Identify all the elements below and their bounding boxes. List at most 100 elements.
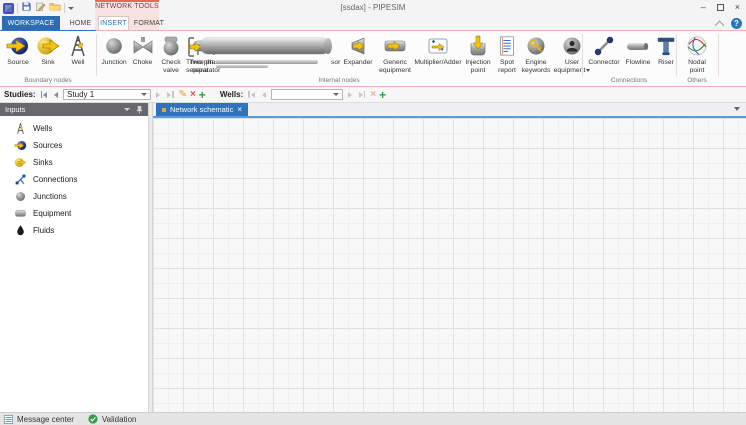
well-first-button[interactable] <box>246 89 257 100</box>
add-study-icon[interactable]: + <box>199 90 206 100</box>
sidebar-item-wells[interactable]: Wells <box>0 120 148 137</box>
maximize-button[interactable] <box>717 4 724 11</box>
ribbon: Source Sink Well Boundary nodes Junction… <box>0 30 746 87</box>
tab-list-caret-icon[interactable] <box>734 107 740 111</box>
inputs-panel: Inputs Wells Sources Sinks Connections <box>0 103 148 412</box>
validation-button[interactable]: Validation <box>88 414 137 424</box>
ribbon-item-well[interactable]: Well <box>63 33 93 67</box>
ribbon-item-multiplier-adder[interactable]: Multiplier/Adder <box>414 33 462 67</box>
group-boundary-nodes: Source Sink Well <box>3 33 93 67</box>
choke-valve-icon <box>131 33 155 59</box>
tab-format[interactable]: FORMAT <box>130 16 168 30</box>
tab-home[interactable]: HOME <box>64 16 97 30</box>
flowline-icon <box>625 33 651 59</box>
contextual-tab-label[interactable]: NETWORK TOOLS <box>95 3 159 10</box>
message-center-button[interactable]: Message center <box>4 415 74 424</box>
add-well-icon[interactable]: + <box>379 90 386 100</box>
tab-insert[interactable]: INSERT <box>98 16 129 30</box>
studies-label: Studies: <box>4 90 36 99</box>
two-phase-separator-icon <box>191 33 221 59</box>
sidebar-item-label: Equipment <box>33 209 71 218</box>
study-first-button[interactable] <box>39 89 50 100</box>
sidebar-item-connections[interactable]: Connections <box>0 171 148 188</box>
group-label-connections: Connections <box>582 77 676 84</box>
source-icon <box>14 139 27 152</box>
delete-study-icon[interactable]: × <box>190 90 196 100</box>
ribbon-item-three-phase-separator[interactable] <box>226 33 340 59</box>
ribbon-item-engine-keywords[interactable]: Engine keywords <box>520 33 552 74</box>
study-last-button[interactable] <box>165 89 176 100</box>
ribbon-item-sink[interactable]: Sink <box>33 33 63 67</box>
inputs-tree: Wells Sources Sinks Connections Junction… <box>0 120 148 239</box>
tab-network-schematic[interactable]: Network schematic × <box>156 103 248 116</box>
ribbon-item-label: Check valve <box>156 59 186 74</box>
ribbon-item-connector[interactable]: Connector <box>586 33 622 67</box>
divider <box>17 3 18 13</box>
group-label-internal: Internal nodes <box>96 77 582 84</box>
ribbon-item-flowline[interactable]: Flowline <box>622 33 654 67</box>
ribbon-item-label: Nodal point <box>680 59 714 74</box>
well-prev-button[interactable] <box>260 90 268 100</box>
ribbon-item-expander[interactable]: Expander <box>340 33 376 67</box>
junction-icon <box>14 190 27 203</box>
sidebar-item-sources[interactable]: Sources <box>0 137 148 154</box>
study-prev-button[interactable] <box>52 90 60 100</box>
delete-well-icon[interactable]: × <box>370 90 376 100</box>
well-next-button[interactable] <box>346 90 354 100</box>
ribbon-item-label: Riser <box>658 59 674 67</box>
tab-label: Network schematic <box>170 105 233 114</box>
ribbon-item-two-phase-separator[interactable]: Two phase separator <box>186 33 226 74</box>
status-bar: Message center Validation <box>0 412 746 425</box>
well-select[interactable] <box>271 89 343 100</box>
ribbon-item-label: Choke <box>133 59 153 67</box>
injection-point-icon <box>466 33 490 59</box>
fluid-drop-icon <box>14 224 27 237</box>
chevron-down-icon <box>333 93 339 96</box>
equipment-icon <box>14 207 27 220</box>
save-icon[interactable] <box>21 0 32 17</box>
minimize-button[interactable]: – <box>701 2 706 12</box>
study-select[interactable]: Study 1 <box>63 89 151 100</box>
sidebar-item-fluids[interactable]: Fluids <box>0 222 148 239</box>
group-divider <box>676 34 677 76</box>
qat-customize-caret-icon[interactable] <box>68 7 74 10</box>
ribbon-item-junction[interactable]: Junction <box>99 33 129 67</box>
ribbon-item-check-valve[interactable]: Check valve <box>156 33 186 74</box>
ribbon-border-accent <box>0 30 96 31</box>
ribbon-item-choke[interactable]: Choke <box>129 33 156 67</box>
group-others: Nodal point <box>680 33 714 74</box>
edit-study-icon[interactable]: ✎ <box>179 90 187 100</box>
tab-workspace[interactable]: WORKSPACE <box>2 16 60 30</box>
group-connections: Connector Flowline Riser <box>586 33 678 67</box>
ribbon-item-generic-equipment[interactable]: Generic equipment <box>376 33 414 74</box>
close-button[interactable]: × <box>735 2 740 12</box>
pin-icon[interactable] <box>136 105 143 114</box>
nodal-point-icon <box>684 33 710 59</box>
chevron-down-icon[interactable] <box>124 108 130 111</box>
app-icon[interactable] <box>3 3 14 14</box>
ribbon-item-spot-report[interactable]: Spot report <box>494 33 520 74</box>
ribbon-tabs: WORKSPACE HOME INSERT FORMAT <box>0 16 746 30</box>
ribbon-item-riser[interactable]: Riser <box>654 33 678 67</box>
edit-document-icon[interactable] <box>35 0 46 17</box>
connector-icon <box>592 33 616 59</box>
inputs-panel-header[interactable]: Inputs <box>0 103 148 116</box>
sidebar-item-label: Sources <box>33 141 62 150</box>
well-last-button[interactable] <box>357 89 368 100</box>
open-folder-icon[interactable] <box>49 0 61 17</box>
study-next-button[interactable] <box>154 90 162 100</box>
message-center-icon <box>4 415 13 424</box>
ribbon-item-source[interactable]: Source <box>3 33 33 67</box>
sidebar-item-sinks[interactable]: Sinks <box>0 154 148 171</box>
network-schematic-canvas[interactable] <box>153 118 746 412</box>
ribbon-item-injection-point[interactable]: Injection point <box>462 33 494 74</box>
document-tab-strip: Network schematic × <box>153 103 746 118</box>
ribbon-item-nodal-point[interactable]: Nodal point <box>680 33 714 74</box>
close-tab-icon[interactable]: × <box>237 106 242 114</box>
ribbon-item-label: Spot report <box>494 59 520 74</box>
sidebar-item-equipment[interactable]: Equipment <box>0 205 148 222</box>
sidebar-item-junctions[interactable]: Junctions <box>0 188 148 205</box>
schematic-tab-icon <box>162 108 166 112</box>
sidebar-item-label: Fluids <box>33 226 54 235</box>
inputs-panel-title: Inputs <box>5 105 25 114</box>
